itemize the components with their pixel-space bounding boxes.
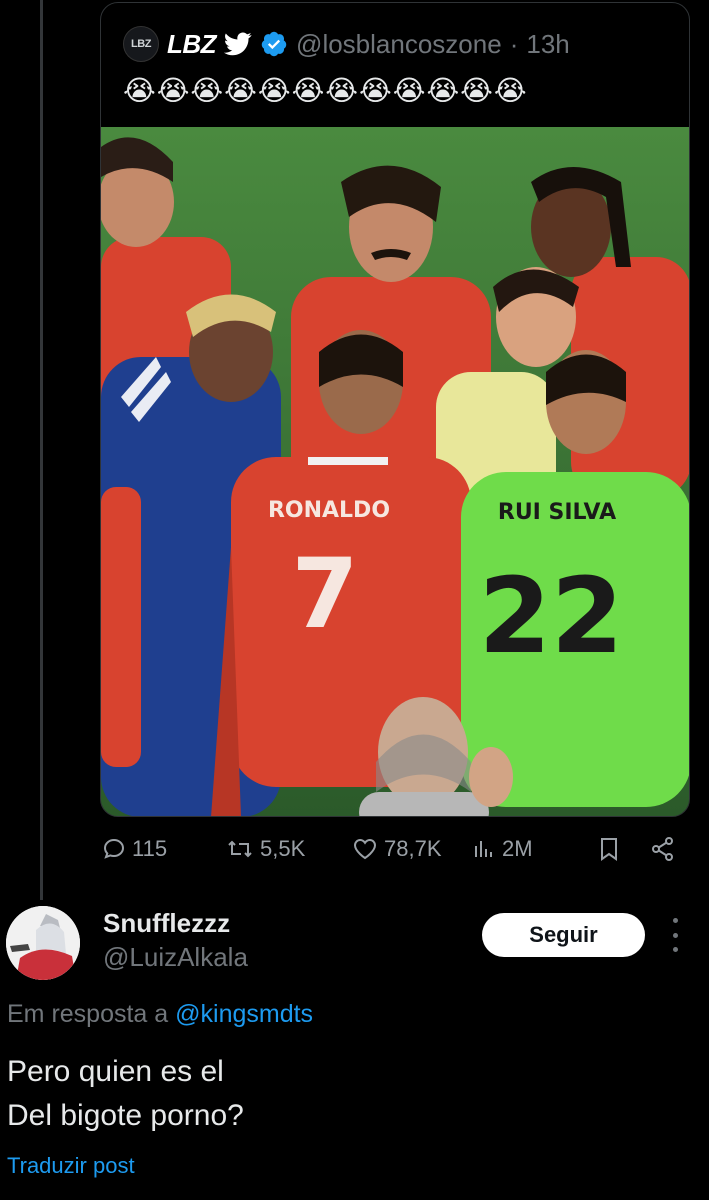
reply-action[interactable]: 115 (102, 836, 167, 862)
quoted-author-handle[interactable]: @losblancoszone (296, 29, 502, 60)
quoted-author-avatar[interactable]: LBZ (123, 26, 159, 62)
repost-action[interactable]: 5,5K (226, 836, 305, 862)
repost-count: 5,5K (260, 836, 306, 861)
post-actions-bar: 115 5,5K 78,7K 2M (100, 832, 690, 872)
bookmark-icon (598, 836, 620, 862)
reply-author-avatar[interactable] (6, 906, 80, 980)
jersey-name-rui-silva: RUI SILVA (498, 500, 616, 525)
separator-dot: · (509, 28, 519, 59)
reply-author-handle[interactable]: @LuizAlkala (103, 942, 248, 973)
translate-post-link[interactable]: Traduzir post (7, 1153, 135, 1179)
heart-icon (352, 837, 378, 861)
reply-context: Em resposta a @kingsmdts (7, 1000, 313, 1029)
follow-button[interactable]: Seguir (482, 913, 645, 957)
more-options-icon[interactable] (664, 918, 686, 952)
jersey-number-22: 22 (479, 555, 624, 677)
share-icon (650, 836, 676, 862)
jersey-number-7: 7 (292, 538, 359, 650)
repost-icon (226, 837, 254, 861)
reply-to-mention[interactable]: @kingsmdts (175, 1000, 313, 1028)
verified-icon (260, 30, 288, 58)
views-action[interactable]: 2M (472, 836, 533, 862)
quoted-post-image[interactable]: RONALDO 7 RUI SILVA 22 (101, 127, 689, 816)
reply-count: 115 (132, 836, 168, 861)
quoted-post-text: 😭😭😭😭😭😭😭😭😭😭😭😭 (123, 75, 528, 106)
like-count: 78,7K (384, 836, 442, 861)
thread-line (40, 0, 43, 900)
like-action[interactable]: 78,7K (352, 836, 442, 862)
quoted-post-time[interactable]: 13h (526, 29, 569, 60)
reply-author-name[interactable]: Snufflezzz (103, 908, 230, 939)
share-action[interactable] (650, 836, 676, 862)
views-icon (472, 837, 496, 861)
jersey-name-ronaldo: RONALDO (268, 498, 390, 523)
views-count: 2M (502, 836, 533, 861)
quoted-post-header: LBZ LBZ @losblancoszone · 13h (123, 25, 570, 63)
quoted-post-card[interactable]: LBZ LBZ @losblancoszone · 13h 😭😭😭😭😭😭😭😭😭😭… (100, 2, 690, 817)
reply-to-prefix: Em resposta a (7, 1000, 169, 1028)
bookmark-action[interactable] (598, 836, 620, 862)
reply-icon (102, 837, 126, 861)
reply-post-text: Pero quien es el Del bigote porno? (7, 1055, 244, 1132)
quoted-author-name[interactable]: LBZ (167, 29, 217, 60)
bird-icon (224, 32, 252, 56)
